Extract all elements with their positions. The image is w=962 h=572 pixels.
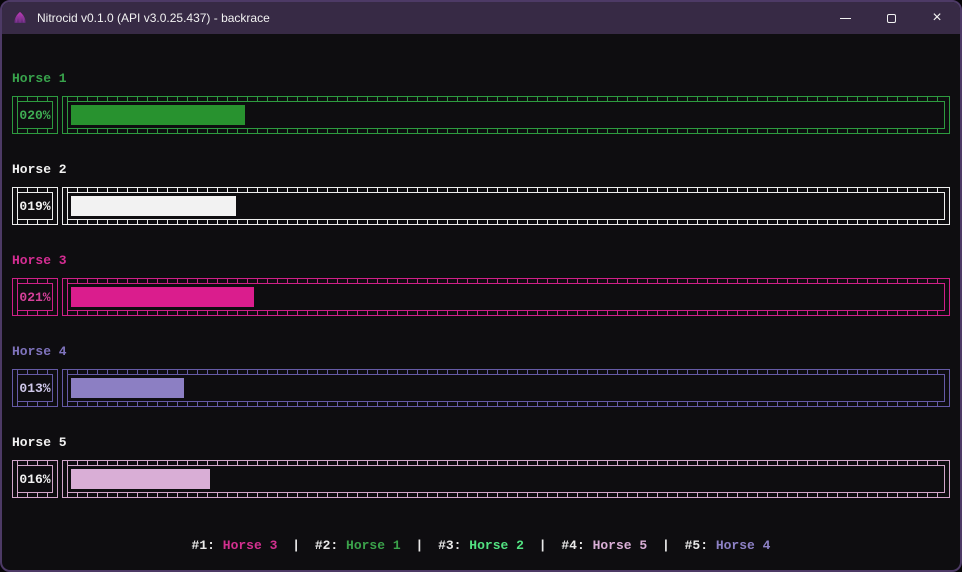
standing-horse: Horse 1 — [346, 538, 401, 553]
horse-row-1: Horse 1 020% — [12, 71, 950, 134]
frame-ticks — [67, 370, 945, 374]
standings-separator: | — [538, 538, 547, 553]
race-standings: #1: Horse 3 | #2: Horse 1 | #3: Horse 2 … — [2, 538, 960, 553]
horse-percent-value: 019% — [19, 198, 51, 214]
horse-progress-bar — [62, 369, 950, 407]
horse-name-label: Horse 1 — [12, 71, 67, 86]
horse-row-3: Horse 3 021% — [12, 253, 950, 316]
close-button[interactable]: × — [914, 2, 960, 34]
standing-horse: Horse 4 — [715, 538, 771, 553]
horse-track: 021% — [12, 278, 950, 316]
standing-horse: Horse 5 — [592, 538, 648, 553]
terminal-content: Horse 1 020% Horse 2 019% Horse 3 021% H… — [2, 34, 960, 570]
horse-percent-value: 021% — [19, 289, 51, 305]
nitrocid-logo-icon — [14, 12, 26, 23]
frame-ticks — [17, 220, 53, 224]
horse-percent-box: 021% — [12, 278, 58, 316]
horse-percent-box: 013% — [12, 369, 58, 407]
maximize-icon — [886, 13, 896, 23]
minimize-button[interactable] — [822, 2, 868, 34]
horse-progress-fill — [71, 378, 185, 398]
horse-progress-bar — [62, 187, 950, 225]
horse-progress-fill — [71, 287, 254, 307]
horse-percent-value: 013% — [19, 380, 51, 396]
standing-horse: Horse 3 — [222, 538, 278, 553]
horse-progress-bar — [62, 96, 950, 134]
horse-name-label: Horse 2 — [12, 162, 67, 177]
standing-rank: #2: — [314, 538, 339, 553]
standings-separator: | — [292, 538, 300, 553]
frame-ticks — [17, 97, 53, 101]
standing-rank: #3: — [438, 538, 462, 553]
standing-rank: #1: — [191, 538, 215, 553]
frame-ticks — [67, 461, 945, 465]
horse-track: 016% — [12, 460, 950, 498]
horse-percent-value: 016% — [19, 471, 51, 487]
horse-name-label: Horse 3 — [12, 253, 67, 268]
frame-ticks — [67, 129, 945, 133]
window-title: Nitrocid v0.1.0 (API v3.0.25.437) - back… — [37, 11, 270, 25]
frame-ticks — [17, 188, 53, 192]
frame-ticks — [17, 402, 53, 406]
standings-separator: | — [661, 538, 670, 553]
standing-rank: #4: — [561, 538, 585, 553]
standing-rank: #5: — [684, 538, 709, 553]
frame-ticks — [67, 493, 945, 497]
frame-ticks — [17, 370, 53, 374]
horse-name-label: Horse 4 — [12, 344, 67, 359]
horse-track: 013% — [12, 369, 950, 407]
horse-row-2: Horse 2 019% — [12, 162, 950, 225]
horse-track: 019% — [12, 187, 950, 225]
standings-separator: | — [415, 538, 424, 553]
frame-ticks — [67, 311, 945, 315]
horse-row-5: Horse 5 016% — [12, 435, 950, 498]
frame-ticks — [67, 188, 945, 192]
standing-horse: Horse 2 — [469, 538, 524, 553]
horse-row-4: Horse 4 013% — [12, 344, 950, 407]
frame-ticks — [17, 311, 53, 315]
frame-ticks — [67, 402, 945, 406]
frame-ticks — [67, 220, 945, 224]
app-window: Nitrocid v0.1.0 (API v3.0.25.437) - back… — [0, 0, 962, 572]
frame-ticks — [17, 279, 53, 283]
horse-percent-box: 016% — [12, 460, 58, 498]
close-icon: × — [932, 9, 942, 26]
horse-track: 020% — [12, 96, 950, 134]
titlebar[interactable]: Nitrocid v0.1.0 (API v3.0.25.437) - back… — [2, 2, 960, 34]
horse-percent-value: 020% — [19, 107, 51, 123]
frame-ticks — [67, 97, 945, 101]
horse-progress-bar — [62, 460, 950, 498]
horse-progress-bar — [62, 278, 950, 316]
maximize-button[interactable] — [868, 2, 914, 34]
frame-ticks — [17, 493, 53, 497]
frame-ticks — [17, 461, 53, 465]
horse-name-label: Horse 5 — [12, 435, 67, 450]
horse-progress-fill — [71, 105, 245, 125]
horse-percent-box: 020% — [12, 96, 58, 134]
minimize-icon — [839, 17, 851, 19]
frame-ticks — [67, 279, 945, 283]
horse-percent-box: 019% — [12, 187, 58, 225]
horse-progress-fill — [71, 196, 237, 216]
window-controls: × — [822, 2, 960, 34]
frame-ticks — [17, 129, 53, 133]
horse-progress-fill — [71, 469, 211, 489]
